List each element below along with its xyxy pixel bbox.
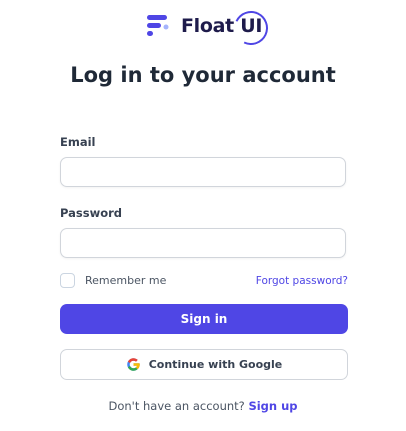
sign-in-button[interactable]: Sign in [60, 304, 348, 334]
remember-label: Remember me [85, 274, 167, 287]
email-label: Email [60, 135, 96, 149]
forgot-password-link[interactable]: Forgot password? [256, 275, 348, 287]
password-field[interactable] [60, 228, 346, 258]
brand-name: Float UI [181, 6, 273, 50]
password-label: Password [60, 206, 122, 220]
page-title: Log in to your account [70, 63, 336, 87]
logo: Float UI [147, 6, 273, 50]
signup-prompt: Don't have an account? Sign up [0, 399, 406, 413]
email-field[interactable] [60, 157, 346, 187]
google-button-label: Continue with Google [148, 358, 283, 371]
brand-ring [229, 6, 273, 50]
float-ui-logo-icon [147, 15, 169, 36]
remember-checkbox[interactable] [60, 273, 75, 288]
remember-me[interactable]: Remember me [60, 273, 166, 288]
google-signin-button[interactable]: Continue with Google [60, 349, 348, 380]
google-icon [126, 358, 140, 371]
sign-up-link[interactable]: Sign up [248, 399, 297, 413]
signup-prompt-text: Don't have an account? [108, 399, 245, 413]
